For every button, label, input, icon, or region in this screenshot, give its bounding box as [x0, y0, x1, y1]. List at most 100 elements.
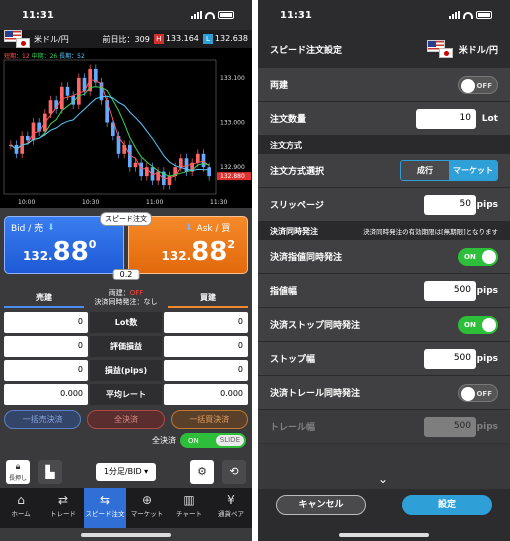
- market-order-option[interactable]: 成行: [401, 161, 449, 180]
- home-indicator: [81, 533, 171, 537]
- section-note: 決済同時発注の有効期限は[無期限]となります: [363, 228, 498, 236]
- signal-icon: [191, 11, 202, 19]
- sell-position-label: 売建: [4, 289, 84, 308]
- candle-body: [196, 153, 200, 163]
- buy-value: 0: [164, 360, 248, 381]
- all-settle-row: 全決済 ON SLIDE: [6, 433, 246, 448]
- order-method-row: 注文方式選択 成行 マーケット: [258, 154, 510, 188]
- stop-simul-row: 決済ストップ同時発注 ON: [258, 308, 510, 342]
- status-bar: 11:31: [258, 0, 510, 30]
- row-label: 損益(pips): [90, 360, 162, 381]
- plot-frame: [3, 59, 217, 195]
- slide-handle[interactable]: SLIDE: [215, 435, 244, 446]
- order-qty-row: 注文数量 10 Lot: [258, 102, 510, 136]
- stop-simul-toggle[interactable]: ON: [458, 315, 498, 334]
- x-tick-label: 10:00: [18, 199, 35, 206]
- globe-icon: ⊕: [141, 493, 153, 507]
- high-badge: H: [153, 34, 164, 44]
- tab-speed-order[interactable]: ⇆ スピード注文: [84, 488, 126, 528]
- ma-legend: 短期：12 中期：26 長期：52: [4, 51, 85, 60]
- both-toggle[interactable]: OFF: [458, 75, 498, 94]
- candle-body: [77, 77, 81, 105]
- save-settings-button[interactable]: 設定: [402, 495, 492, 515]
- table-row: 0.000 平均レート 0.000: [4, 384, 248, 405]
- usd-jpy-flag-icon: [426, 40, 453, 58]
- section-order-method: 注文方式: [258, 136, 510, 154]
- high-value: 133.164: [165, 34, 199, 43]
- settings-title-bar: スピード注文設定 米ドル/円: [258, 30, 510, 68]
- trail-width-row: トレール幅 500 pips: [258, 410, 510, 444]
- status-time: 11:31: [22, 9, 54, 21]
- toggle-on-text: ON: [188, 436, 199, 445]
- y-tick-label: 133.100: [220, 75, 245, 82]
- market-option[interactable]: マーケット: [449, 161, 497, 180]
- all-settle-label: 全決済: [152, 436, 176, 445]
- indicator-button[interactable]: ▙: [38, 460, 62, 484]
- chart-icon: ▥: [183, 493, 195, 507]
- all-settle-slide-toggle[interactable]: ON SLIDE: [180, 433, 246, 448]
- chevron-down-icon[interactable]: ⌄: [378, 472, 388, 486]
- low-badge: L: [202, 34, 213, 44]
- spread-value: 0.2: [112, 269, 140, 280]
- pips-unit: pips: [476, 421, 498, 432]
- chart-bars-icon: ▙: [45, 465, 55, 479]
- battery-icon: [218, 11, 234, 19]
- currency-pair[interactable]: 米ドル/円: [34, 34, 99, 45]
- stop-simul-label: 決済ストップ同時発注: [270, 321, 361, 331]
- down-arrow-icon: ⬇: [47, 222, 55, 233]
- settle-simul-status: 決済同時発注：なし: [94, 298, 158, 306]
- gear-icon: ⚙: [197, 465, 207, 478]
- stop-width-label: ストップ幅: [270, 355, 316, 365]
- bulk-sell-settle-button[interactable]: 一括売決済: [4, 410, 82, 429]
- trail-simul-toggle[interactable]: OFF: [458, 383, 498, 402]
- price-chart[interactable]: 133.100 133.000 132.900 132.880 10:00 10:30 11…: [0, 48, 252, 208]
- candle-body: [207, 167, 211, 177]
- row-label: 平均レート: [90, 384, 162, 405]
- low-value: 132.638: [214, 34, 248, 43]
- status-time: 11:31: [280, 9, 312, 21]
- order-method-label: 注文方式選択: [270, 167, 325, 177]
- limit-simul-row: 決済指値同時発注 ON: [258, 240, 510, 274]
- prev-day-change: 前日比：309: [102, 34, 150, 44]
- row-label: 評価損益: [90, 336, 162, 357]
- timeframe-select[interactable]: 1分足/BID ▾: [96, 463, 156, 481]
- both-label: 両建：: [108, 289, 130, 297]
- stop-width-input[interactable]: 500: [424, 348, 476, 369]
- candle-body: [201, 153, 206, 168]
- bid-price: 132.880: [23, 237, 97, 267]
- currency-pair: 米ドル/円: [458, 45, 498, 56]
- trail-simul-label: 決済トレール同時発注: [270, 389, 361, 399]
- table-row: 0 Lot数 0: [4, 312, 248, 333]
- tab-home[interactable]: ⌂ ホーム: [0, 488, 42, 528]
- candle-body: [105, 100, 109, 123]
- bid-ask-panel: Bid / 売 ⬇ 132.880 ⬇ Ask / 買 132.882 スピード注文…: [4, 212, 248, 280]
- slippage-label: スリッページ: [270, 201, 324, 211]
- bulk-buy-settle-button[interactable]: 一括買決済: [170, 410, 248, 429]
- slippage-input[interactable]: 50: [424, 194, 476, 215]
- all-settle-button[interactable]: 全決済: [87, 410, 165, 429]
- speed-settings-button[interactable]: ⚙: [190, 460, 214, 484]
- lock-button[interactable]: 🔒︎ 長押し: [6, 460, 30, 484]
- tab-chart[interactable]: ▥ チャート: [168, 488, 210, 528]
- order-qty-input[interactable]: 10: [416, 108, 476, 129]
- both-position-row: 両建 OFF: [258, 68, 510, 102]
- usd-jpy-flag-icon: [4, 30, 30, 48]
- trade-icon: ⇄: [57, 493, 69, 507]
- trail-simul-row: 決済トレール同時発注 OFF: [258, 376, 510, 410]
- slippage-row: スリッページ 50 pips: [258, 188, 510, 222]
- tab-currency-pair[interactable]: ¥ 通貨ペア: [210, 488, 252, 528]
- tab-market[interactable]: ⊕ マーケット: [126, 488, 168, 528]
- limit-width-input[interactable]: 500: [424, 280, 476, 301]
- cancel-button[interactable]: キャンセル: [276, 495, 366, 515]
- y-tick-label: 132.900: [220, 164, 245, 171]
- tab-trade[interactable]: ⇄ トレード: [42, 488, 84, 528]
- limit-simul-label: 決済指値同時発注: [270, 253, 343, 263]
- sell-value: 0: [4, 360, 88, 381]
- limit-simul-toggle[interactable]: ON: [458, 247, 498, 266]
- ma-mid-label: 中期：26: [31, 53, 58, 60]
- rotate-screen-button[interactable]: ⟲: [222, 460, 246, 484]
- page-title: スピード注文設定: [270, 45, 343, 56]
- sell-value: 0: [4, 312, 88, 333]
- home-icon: ⌂: [17, 493, 25, 507]
- status-bar: 11:31: [0, 0, 252, 30]
